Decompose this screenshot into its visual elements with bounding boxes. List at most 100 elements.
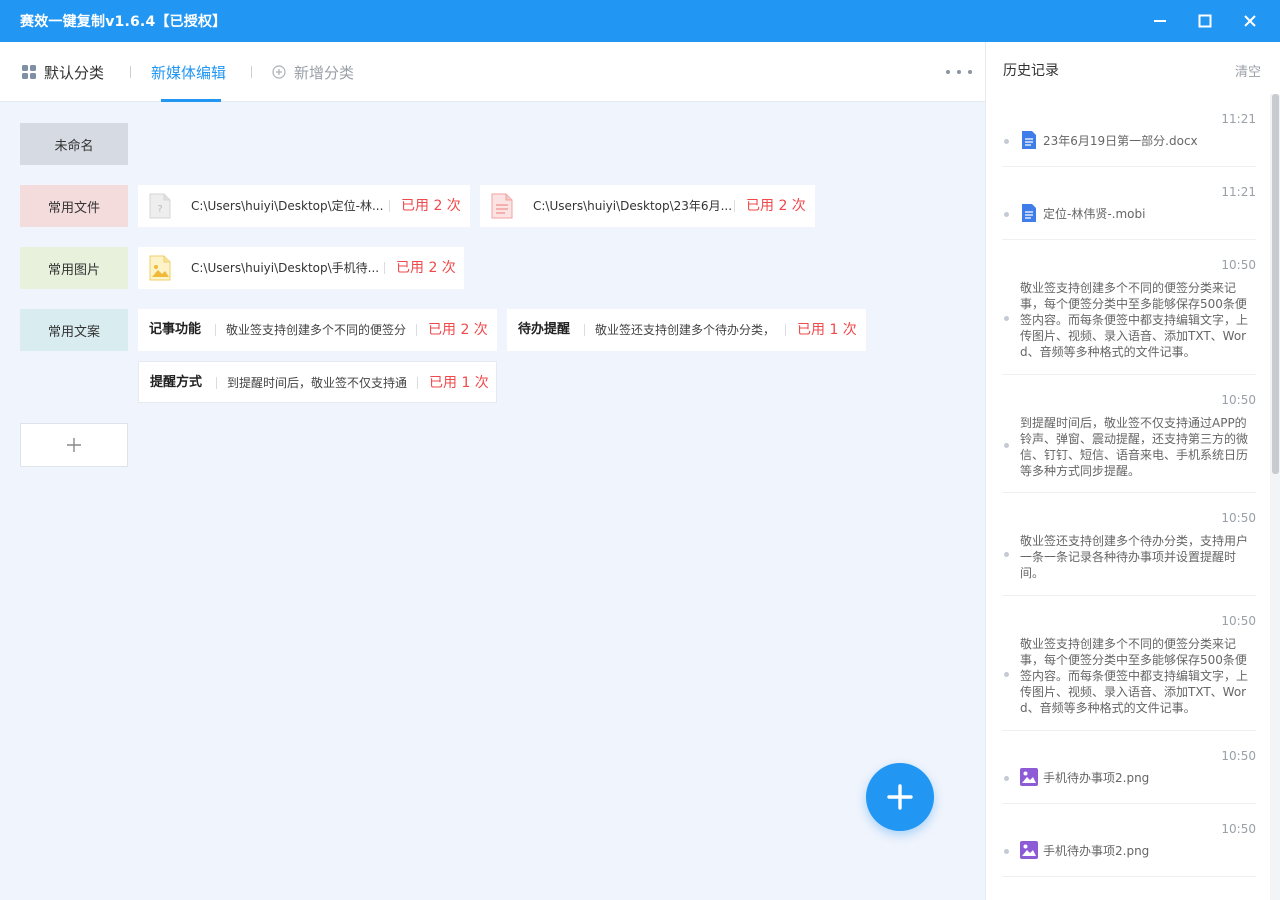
history-entry[interactable]: 10:50 敬业签支持创建多个不同的便签分类来记事，每个便签分类中至多能够保存5… bbox=[1002, 596, 1256, 731]
file-path: C:\Users\huiyi\Desktop\手机待... bbox=[191, 261, 380, 275]
text-snippet-item[interactable]: 记事功能 敬业签支持创建多个不同的便签分 已用 2 次 bbox=[138, 309, 497, 351]
file-path: C:\Users\huiyi\Desktop\23年6月... bbox=[533, 199, 733, 213]
history-text: 敬业签支持创建多个不同的便签分类来记事，每个便签分类中至多能够保存500条便签内… bbox=[1020, 637, 1249, 715]
history-text: 敬业签支持创建多个不同的便签分类来记事，每个便签分类中至多能够保存500条便签内… bbox=[1020, 281, 1249, 359]
more-dot-icon bbox=[946, 70, 950, 74]
history-scrollbar[interactable] bbox=[1270, 94, 1280, 900]
category-common-images[interactable]: 常用图片 bbox=[20, 247, 128, 289]
maximize-icon bbox=[1198, 14, 1212, 28]
usage-count: 已用 2 次 bbox=[396, 260, 456, 276]
bullet-dot bbox=[1004, 776, 1009, 781]
maximize-button[interactable] bbox=[1182, 0, 1228, 42]
add-item-fab[interactable] bbox=[866, 763, 934, 831]
bullet-dot bbox=[1004, 139, 1009, 144]
title-bar: 赛效一键复制v1.6.4【已授权】 bbox=[0, 0, 1280, 42]
tab-default-category[interactable]: 默认分类 bbox=[22, 42, 104, 102]
file-item[interactable]: C:\Users\huiyi\Desktop\23年6月... 已用 2 次 bbox=[480, 185, 815, 227]
history-time: 10:50 bbox=[1221, 393, 1256, 407]
close-button[interactable] bbox=[1227, 0, 1273, 42]
bullet-dot bbox=[1004, 443, 1009, 448]
close-icon bbox=[1244, 15, 1256, 27]
item-divider bbox=[416, 324, 417, 336]
window-title: 赛效一键复制v1.6.4【已授权】 bbox=[20, 14, 227, 30]
tab-new-media-edit[interactable]: 新媒体编辑 bbox=[151, 42, 226, 102]
active-tab-indicator bbox=[161, 99, 221, 102]
more-options-button[interactable] bbox=[946, 62, 972, 82]
history-title: 历史记录 bbox=[1003, 63, 1059, 79]
file-item[interactable]: ? C:\Users\huiyi\Desktop\定位-林... 已用 2 次 bbox=[138, 185, 470, 227]
main-panel: 默认分类 新媒体编辑 新增分类 未命名 常用文件 常用图片 常用文案 ? C:\… bbox=[0, 42, 985, 900]
bullet-dot bbox=[1004, 672, 1009, 677]
text-snippet-item[interactable]: 提醒方式 到提醒时间后，敬业签不仅支持通 已用 1 次 bbox=[138, 361, 497, 403]
image-file-icon bbox=[149, 255, 171, 281]
add-category-button[interactable] bbox=[20, 423, 128, 467]
history-text: 敬业签还支持创建多个待办分类，支持用户一条一条记录各种待办事项并设置提醒时间。 bbox=[1020, 534, 1249, 580]
document-file-icon bbox=[491, 193, 513, 219]
image-thumb-icon bbox=[1020, 841, 1038, 859]
history-time: 10:50 bbox=[1221, 749, 1256, 763]
history-entry[interactable]: 10:50 敬业签支持创建多个不同的便签分类来记事，每个便签分类中至多能够保存5… bbox=[1002, 240, 1256, 375]
history-time: 11:21 bbox=[1221, 185, 1256, 199]
history-entry[interactable]: 10:50 敬业签还支持创建多个待办分类，支持用户一条一条记录各种待办事项并设置… bbox=[1002, 493, 1256, 596]
history-entry[interactable]: 10:50 手机待办事项2.png bbox=[1002, 804, 1256, 877]
bullet-dot bbox=[1004, 212, 1009, 217]
tab-divider bbox=[251, 66, 252, 78]
history-entry[interactable]: 10:50 手机待办事项2.png bbox=[1002, 731, 1256, 804]
snippet-content: 到提醒时间后，敬业签不仅支持通 bbox=[227, 376, 408, 390]
history-entry[interactable]: 11:21 定位-林伟贤-.mobi bbox=[1002, 167, 1256, 240]
history-text: 手机待办事项2.png bbox=[1043, 844, 1150, 858]
category-common-files[interactable]: 常用文件 bbox=[20, 185, 128, 227]
category-tabs: 默认分类 新媒体编辑 新增分类 bbox=[0, 42, 985, 102]
history-text: 到提醒时间后，敬业签不仅支持通过APP的铃声、弹窗、震动提醒，还支持第三方的微信… bbox=[1020, 416, 1249, 478]
snippet-name: 提醒方式 bbox=[150, 375, 203, 390]
text-snippet-item[interactable]: 待办提醒 敬业签还支持创建多个待办分类， 已用 1 次 bbox=[507, 309, 866, 351]
image-thumb-icon bbox=[1020, 768, 1038, 786]
history-entry[interactable]: 10:50 到提醒时间后，敬业签不仅支持通过APP的铃声、弹窗、震动提醒，还支持… bbox=[1002, 375, 1256, 493]
history-time: 10:50 bbox=[1221, 614, 1256, 628]
minimize-icon bbox=[1154, 20, 1166, 22]
snippet-name: 待办提醒 bbox=[518, 322, 571, 337]
tab-add-category[interactable]: 新增分类 bbox=[272, 42, 354, 102]
item-divider bbox=[734, 200, 735, 212]
image-item[interactable]: C:\Users\huiyi\Desktop\手机待... 已用 2 次 bbox=[138, 247, 464, 289]
bullet-dot bbox=[1004, 849, 1009, 854]
tab-label: 新媒体编辑 bbox=[151, 63, 227, 82]
word-doc-icon bbox=[1022, 131, 1036, 149]
history-time: 10:50 bbox=[1221, 511, 1256, 525]
tab-label: 新增分类 bbox=[294, 63, 355, 82]
item-divider bbox=[584, 324, 585, 336]
history-time: 10:50 bbox=[1221, 822, 1256, 836]
item-divider bbox=[215, 324, 216, 336]
plus-icon bbox=[67, 438, 81, 452]
category-unnamed[interactable]: 未命名 bbox=[20, 123, 128, 165]
usage-count: 已用 2 次 bbox=[401, 198, 461, 214]
usage-count: 已用 1 次 bbox=[429, 375, 489, 391]
grid-icon bbox=[22, 65, 36, 79]
history-text: 23年6月19日第一部分.docx bbox=[1043, 134, 1198, 148]
minimize-button[interactable] bbox=[1137, 0, 1183, 42]
bullet-dot bbox=[1004, 552, 1009, 557]
item-divider bbox=[785, 324, 786, 336]
usage-count: 已用 2 次 bbox=[746, 198, 806, 214]
history-entry[interactable]: 11:21 23年6月19日第一部分.docx bbox=[1002, 94, 1256, 167]
tab-label: 默认分类 bbox=[44, 63, 105, 82]
more-dot-icon bbox=[968, 70, 972, 74]
item-divider bbox=[384, 262, 385, 274]
history-list: 11:21 23年6月19日第一部分.docx 11:21 定位-林伟贤-.mo… bbox=[986, 94, 1270, 900]
word-doc-icon bbox=[1022, 204, 1036, 222]
svg-text:?: ? bbox=[157, 204, 162, 215]
history-text: 定位-林伟贤-.mobi bbox=[1043, 207, 1146, 221]
snippet-content: 敬业签支持创建多个不同的便签分 bbox=[226, 323, 407, 337]
file-path: C:\Users\huiyi\Desktop\定位-林... bbox=[191, 199, 384, 213]
more-dot-icon bbox=[957, 70, 961, 74]
usage-count: 已用 2 次 bbox=[428, 322, 488, 338]
history-time: 11:21 bbox=[1221, 112, 1256, 126]
unknown-file-icon: ? bbox=[149, 193, 171, 219]
item-divider bbox=[417, 377, 418, 389]
clear-history-button[interactable]: 清空 bbox=[1235, 61, 1261, 80]
snippet-content: 敬业签还支持创建多个待办分类， bbox=[595, 323, 775, 337]
usage-count: 已用 1 次 bbox=[797, 322, 857, 338]
scrollbar-thumb[interactable] bbox=[1272, 94, 1279, 474]
category-common-texts[interactable]: 常用文案 bbox=[20, 309, 128, 351]
history-text: 手机待办事项2.png bbox=[1043, 771, 1150, 785]
